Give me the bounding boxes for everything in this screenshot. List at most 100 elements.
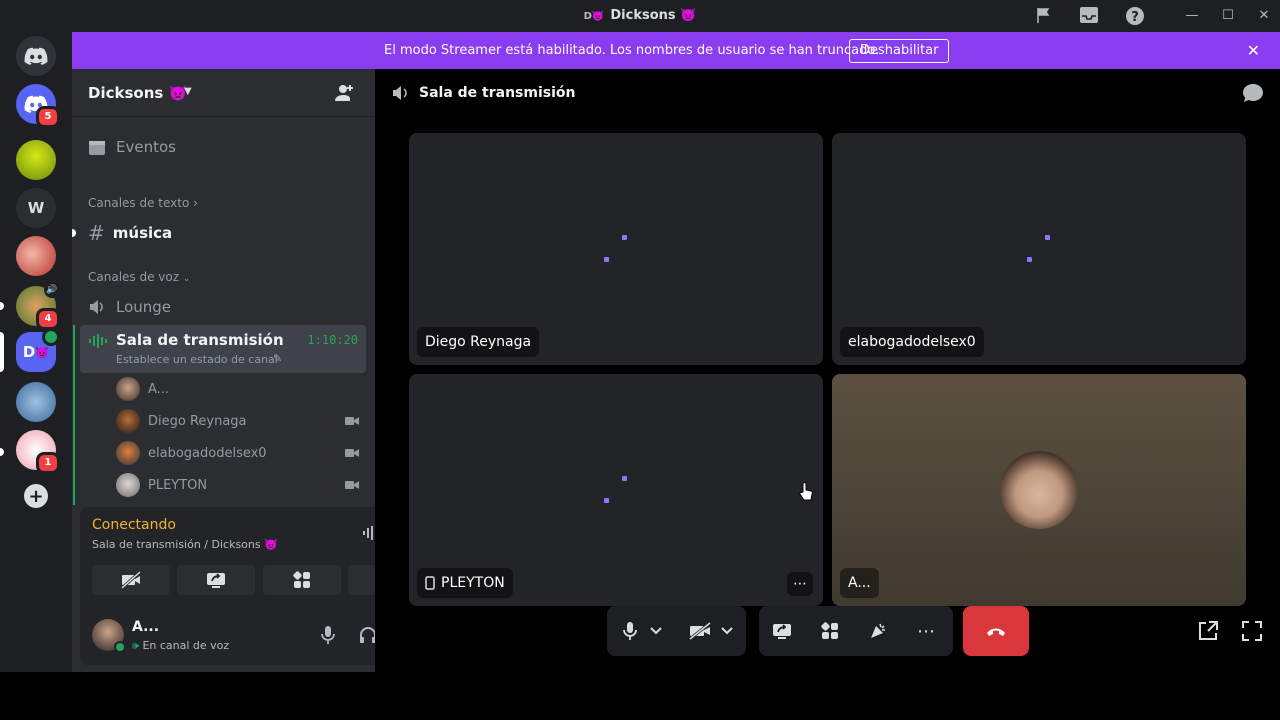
camera-off-button[interactable] xyxy=(92,565,170,595)
unread-indicator xyxy=(0,448,4,456)
plus-icon: + xyxy=(24,484,48,508)
calendar-icon xyxy=(89,141,105,155)
avatar xyxy=(116,377,140,401)
camera-icon xyxy=(345,417,359,425)
events-item[interactable]: Eventos xyxy=(80,131,367,163)
activities-icon xyxy=(821,622,838,639)
channel-sidebar: Dicksons 👿 ▼ Eventos Canales de texto › … xyxy=(72,69,438,672)
member-name: Diego Reynaga xyxy=(148,413,247,429)
inbox-icon[interactable] xyxy=(1079,6,1099,26)
voice-stage: Sala de transmisión Diego Reynaga elabog… xyxy=(375,69,1280,672)
camera-off-button[interactable] xyxy=(687,618,713,644)
home-button[interactable] xyxy=(16,36,56,76)
channel-lounge[interactable]: Lounge xyxy=(80,291,367,323)
server-icon-yellow[interactable] xyxy=(16,140,56,180)
screen-share-button[interactable] xyxy=(177,565,255,595)
voice-member[interactable]: PLEYTON xyxy=(116,471,359,499)
unread-indicator xyxy=(72,229,76,237)
mic-options-chevron[interactable] xyxy=(649,618,663,644)
fullscreen-icon[interactable] xyxy=(1241,620,1263,646)
pop-out-icon[interactable] xyxy=(1197,620,1219,646)
server-icon-blue[interactable] xyxy=(16,382,56,422)
soundboard-button[interactable] xyxy=(865,618,891,644)
loading-dot xyxy=(1045,235,1050,240)
server-avatar xyxy=(16,236,56,276)
participant-name: A... xyxy=(840,568,879,598)
microphone-icon[interactable] xyxy=(320,625,336,649)
chevron-down-icon: ▼ xyxy=(184,86,192,97)
notification-badge: 5 xyxy=(36,106,60,128)
user-status: 🕪 En canal de voz xyxy=(132,639,229,653)
connection-location[interactable]: Sala de transmisión / Dicksons 👿 xyxy=(92,538,278,551)
video-active-icon xyxy=(42,328,60,346)
channel-sala-transmision[interactable]: Sala de transmisión 1:10:20 Establece un… xyxy=(80,325,366,373)
voice-member[interactable]: A... xyxy=(116,375,359,403)
server-icon-pink[interactable]: 1 xyxy=(16,430,60,474)
leave-call-button[interactable] xyxy=(963,606,1029,656)
hand-cursor-icon xyxy=(799,482,813,507)
server-avatar xyxy=(16,382,56,422)
close-button[interactable]: ✕ xyxy=(1254,6,1274,26)
chat-icon[interactable] xyxy=(1242,83,1264,107)
pencil-icon[interactable]: ✎ xyxy=(273,352,282,365)
camera-off-icon xyxy=(121,571,141,589)
minimize-button[interactable]: — xyxy=(1182,6,1202,26)
title-bar: D👿 Dicksons 👿 ? — ☐ ✕ xyxy=(0,0,1280,32)
help-icon[interactable]: ? xyxy=(1125,6,1145,26)
activities-button[interactable] xyxy=(263,565,341,595)
guild-header[interactable]: Dicksons 👿 ▼ xyxy=(72,69,375,117)
selected-indicator xyxy=(0,332,4,372)
channel-name: Lounge xyxy=(116,298,172,316)
connected-voice-line xyxy=(73,325,75,505)
screen-share-icon xyxy=(207,573,225,588)
server-icon-game[interactable]: 🔊 4 xyxy=(16,282,60,330)
loading-dot xyxy=(1027,257,1032,262)
participant-name: PLEYTON xyxy=(441,575,505,591)
server-discord-dm[interactable]: 5 xyxy=(16,84,60,128)
soundboard-icon xyxy=(871,623,885,638)
guild-name: Dicksons 👿 xyxy=(88,83,188,102)
banner-close-icon[interactable]: ✕ xyxy=(1247,41,1260,60)
online-status-icon xyxy=(114,641,126,653)
activities-icon xyxy=(293,571,310,588)
text-category-header[interactable]: Canales de texto › xyxy=(88,196,198,210)
voice-member[interactable]: elabogadodelsex0 xyxy=(116,439,359,467)
add-server-button[interactable]: + xyxy=(24,484,48,508)
voice-member[interactable]: Diego Reynaga xyxy=(116,407,359,435)
activity-control-group: ⋯ xyxy=(759,606,953,656)
window-title-prefix: D👿 xyxy=(583,11,605,22)
channel-title: Sala de transmisión xyxy=(419,85,576,101)
server-avatar xyxy=(16,140,56,180)
channel-musica[interactable]: # música xyxy=(80,217,367,249)
avatar xyxy=(116,441,140,465)
connection-status: Conectando xyxy=(92,517,176,533)
server-icon-red[interactable] xyxy=(16,236,56,276)
notification-badge: 4 xyxy=(36,308,60,330)
channel-name: Sala de transmisión xyxy=(116,331,284,349)
disable-streamer-button[interactable]: Deshabilitar xyxy=(849,39,950,63)
voice-active-icon xyxy=(89,334,107,348)
server-dicksons[interactable]: D 👿 xyxy=(16,328,60,372)
flag-icon[interactable] xyxy=(1034,6,1054,26)
invite-icon[interactable] xyxy=(334,83,354,107)
video-tile[interactable]: PLEYTON ⋯ xyxy=(409,374,823,606)
screen-share-button[interactable] xyxy=(769,618,795,644)
camera-options-chevron[interactable] xyxy=(720,618,734,644)
video-tile[interactable]: A... xyxy=(832,374,1246,606)
member-name: A... xyxy=(148,381,170,397)
more-options-button[interactable]: ⋯ xyxy=(913,618,939,644)
server-w[interactable]: W xyxy=(16,188,56,228)
microphone-button[interactable] xyxy=(617,618,643,644)
channel-status-prompt[interactable]: Establece un estado de canal xyxy=(116,353,278,366)
loading-dot xyxy=(604,257,609,262)
hashtag-icon: # xyxy=(88,221,105,245)
activities-button[interactable] xyxy=(817,618,843,644)
banner-message: El modo Streamer está habilitado. Los no… xyxy=(384,43,880,58)
video-tile[interactable]: Diego Reynaga xyxy=(409,133,823,365)
more-options-button[interactable]: ⋯ xyxy=(787,572,813,596)
video-tile[interactable]: elabogadodelsex0 xyxy=(832,133,1246,365)
voice-category-header[interactable]: Canales de voz ⌄ xyxy=(88,270,190,284)
maximize-button[interactable]: ☐ xyxy=(1218,6,1238,26)
camera-icon xyxy=(345,481,359,489)
voice-timer: 1:10:20 xyxy=(307,333,358,347)
